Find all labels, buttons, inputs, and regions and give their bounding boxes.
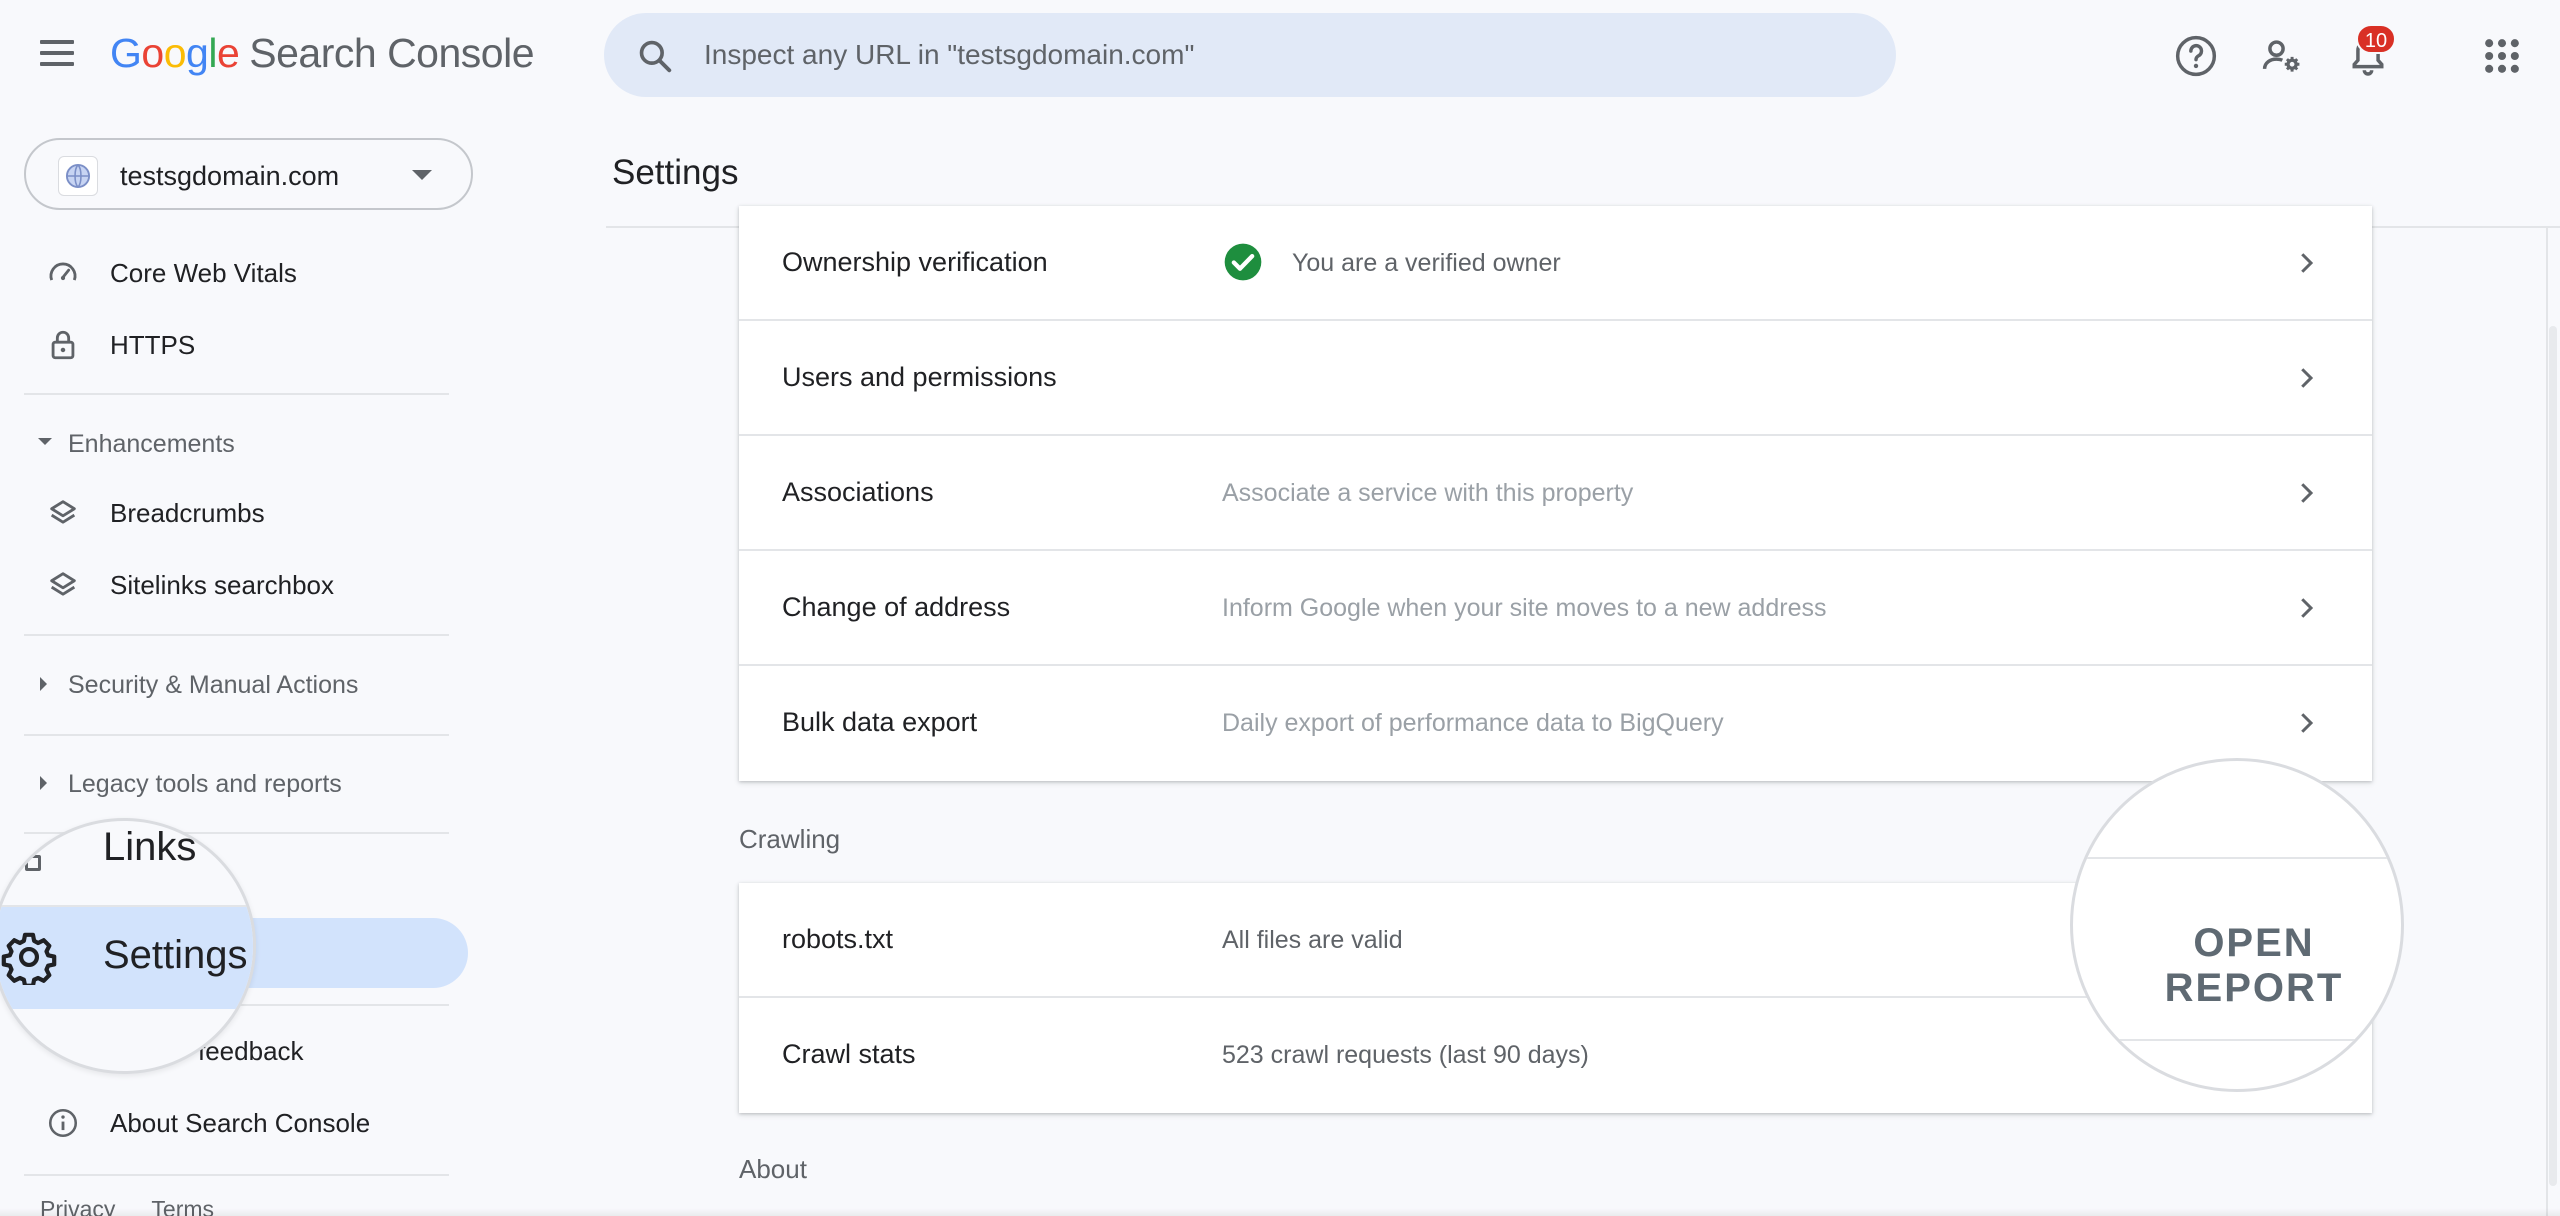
row-description: Inform Google when your site moves to a … xyxy=(1222,594,1827,622)
search-input[interactable] xyxy=(704,33,1854,77)
logo-letter: e xyxy=(216,30,240,76)
row-description: You are a verified owner xyxy=(1292,249,1561,277)
property-selector[interactable]: testsgdomain.com xyxy=(24,138,473,210)
sidebar-item-label: HTTPS xyxy=(110,330,196,360)
settings-row-change-of-address[interactable]: Change of address Inform Google when you… xyxy=(739,551,2372,666)
chevron-right-icon xyxy=(2301,598,2314,618)
feedback-icon xyxy=(47,1047,63,1067)
row-description: Daily export of performance data to BigQ… xyxy=(1222,709,1724,737)
bottom-edge-shadow xyxy=(0,1208,2560,1216)
manage-users-icon[interactable] xyxy=(2260,34,2304,78)
sidebar-item-settings[interactable]: Settings xyxy=(103,933,248,978)
section-label: Security & Manual Actions xyxy=(68,671,359,699)
chevron-right-icon xyxy=(2301,713,2314,733)
sidebar-item-label: About Search Console xyxy=(110,1108,371,1138)
settings-row-users-permissions[interactable]: Users and permissions xyxy=(739,321,2372,436)
info-icon xyxy=(48,1108,78,1138)
speedometer-icon xyxy=(49,262,77,281)
sidebar-item-https[interactable]: HTTPS xyxy=(0,314,470,374)
row-title: robots.txt xyxy=(782,924,894,954)
scrollbar-track[interactable] xyxy=(2546,228,2548,1216)
page-title: Settings xyxy=(612,153,739,192)
sidebar-divider xyxy=(24,393,449,395)
apps-grid-icon[interactable] xyxy=(2480,34,2524,78)
sidebar-item-core-web-vitals[interactable]: Core Web Vitals xyxy=(0,242,470,302)
sidebar-divider xyxy=(24,734,449,736)
gear-icon xyxy=(1,932,57,985)
row-description: Associate a service with this property xyxy=(1222,479,1634,507)
row-title: Ownership verification xyxy=(782,247,1048,277)
chevron-right-icon xyxy=(2301,368,2314,388)
row-description: All files are valid xyxy=(1222,926,1403,954)
row-description: 523 crawl requests (last 90 days) xyxy=(1222,1041,1589,1069)
logo-letter: o xyxy=(163,30,187,76)
general-settings-card: Ownership verification You are a verifie… xyxy=(739,206,2372,781)
notification-count-badge: 10 xyxy=(2356,24,2396,54)
sidebar-item-breadcrumbs[interactable]: Breadcrumbs xyxy=(0,482,470,542)
links-icon xyxy=(25,855,41,871)
property-name: testsgdomain.com xyxy=(120,161,340,191)
row-title: Associations xyxy=(782,477,934,507)
magnifier-callout-settings: Links Settings xyxy=(0,818,256,1074)
chevron-right-icon xyxy=(2301,253,2314,273)
layers-icon xyxy=(50,572,76,596)
search-console-logo[interactable]: Google Search Console xyxy=(110,30,534,77)
sidebar-item-label: Breadcrumbs xyxy=(110,498,265,528)
row-divider xyxy=(2073,1039,2401,1041)
sidebar-item-sitelinks-searchbox[interactable]: Sitelinks searchbox xyxy=(0,554,470,614)
logo-letter: o xyxy=(141,30,164,76)
sidebar-divider xyxy=(24,634,449,636)
sidebar-item-about[interactable]: About Search Console xyxy=(0,1092,470,1152)
expand-triangle-icon xyxy=(40,776,47,790)
sidebar-section-legacy[interactable]: Legacy tools and reports xyxy=(0,758,470,808)
row-title: Change of address xyxy=(782,592,1011,622)
top-app-bar: GoogleSearch Console 10 xyxy=(0,0,2560,112)
collapse-triangle-icon xyxy=(38,438,52,445)
sidebar-item-label: Core Web Vitals xyxy=(110,258,297,288)
verified-check-icon xyxy=(1224,243,1262,281)
main-menu-icon[interactable] xyxy=(40,40,76,70)
expand-triangle-icon xyxy=(40,677,47,691)
row-divider xyxy=(2073,857,2401,859)
dropdown-caret-icon xyxy=(412,170,432,180)
sidebar-item-links[interactable]: Links xyxy=(103,825,196,870)
section-label: Enhancements xyxy=(68,430,235,458)
open-report-button[interactable]: OPEN REPORT xyxy=(2107,921,2401,1011)
globe-icon xyxy=(58,156,98,196)
search-icon xyxy=(639,40,672,73)
row-title: Bulk data export xyxy=(782,707,978,737)
layers-icon xyxy=(50,500,76,524)
sidebar-item-feedback[interactable]: feedback xyxy=(198,1036,304,1067)
logo-letter: G xyxy=(110,30,142,76)
section-heading-about: About xyxy=(739,1154,807,1184)
lock-icon xyxy=(51,330,75,360)
logo-letter: l xyxy=(208,30,217,76)
sidebar-section-enhancements[interactable]: Enhancements xyxy=(0,418,470,468)
url-inspection-search[interactable] xyxy=(604,13,1896,97)
section-heading-crawling: Crawling xyxy=(739,824,841,854)
product-name: Search Console xyxy=(249,30,534,76)
help-icon[interactable] xyxy=(2174,34,2218,78)
settings-row-ownership[interactable]: Ownership verification You are a verifie… xyxy=(739,206,2372,321)
row-title: Crawl stats xyxy=(782,1039,916,1069)
section-label: Legacy tools and reports xyxy=(68,770,342,798)
chevron-right-icon xyxy=(2301,483,2314,503)
settings-row-bulk-data-export[interactable]: Bulk data export Daily export of perform… xyxy=(739,666,2372,781)
sidebar-divider xyxy=(24,1174,449,1176)
magnifier-callout-open-report: OPEN REPORT xyxy=(2070,758,2404,1092)
logo-letter: g xyxy=(186,30,209,76)
row-title: Users and permissions xyxy=(782,362,1057,392)
settings-row-associations[interactable]: Associations Associate a service with th… xyxy=(739,436,2372,551)
sidebar-item-label: Sitelinks searchbox xyxy=(110,570,334,600)
scrollbar-thumb[interactable] xyxy=(2549,326,2557,1186)
sidebar-section-security[interactable]: Security & Manual Actions xyxy=(0,659,470,709)
